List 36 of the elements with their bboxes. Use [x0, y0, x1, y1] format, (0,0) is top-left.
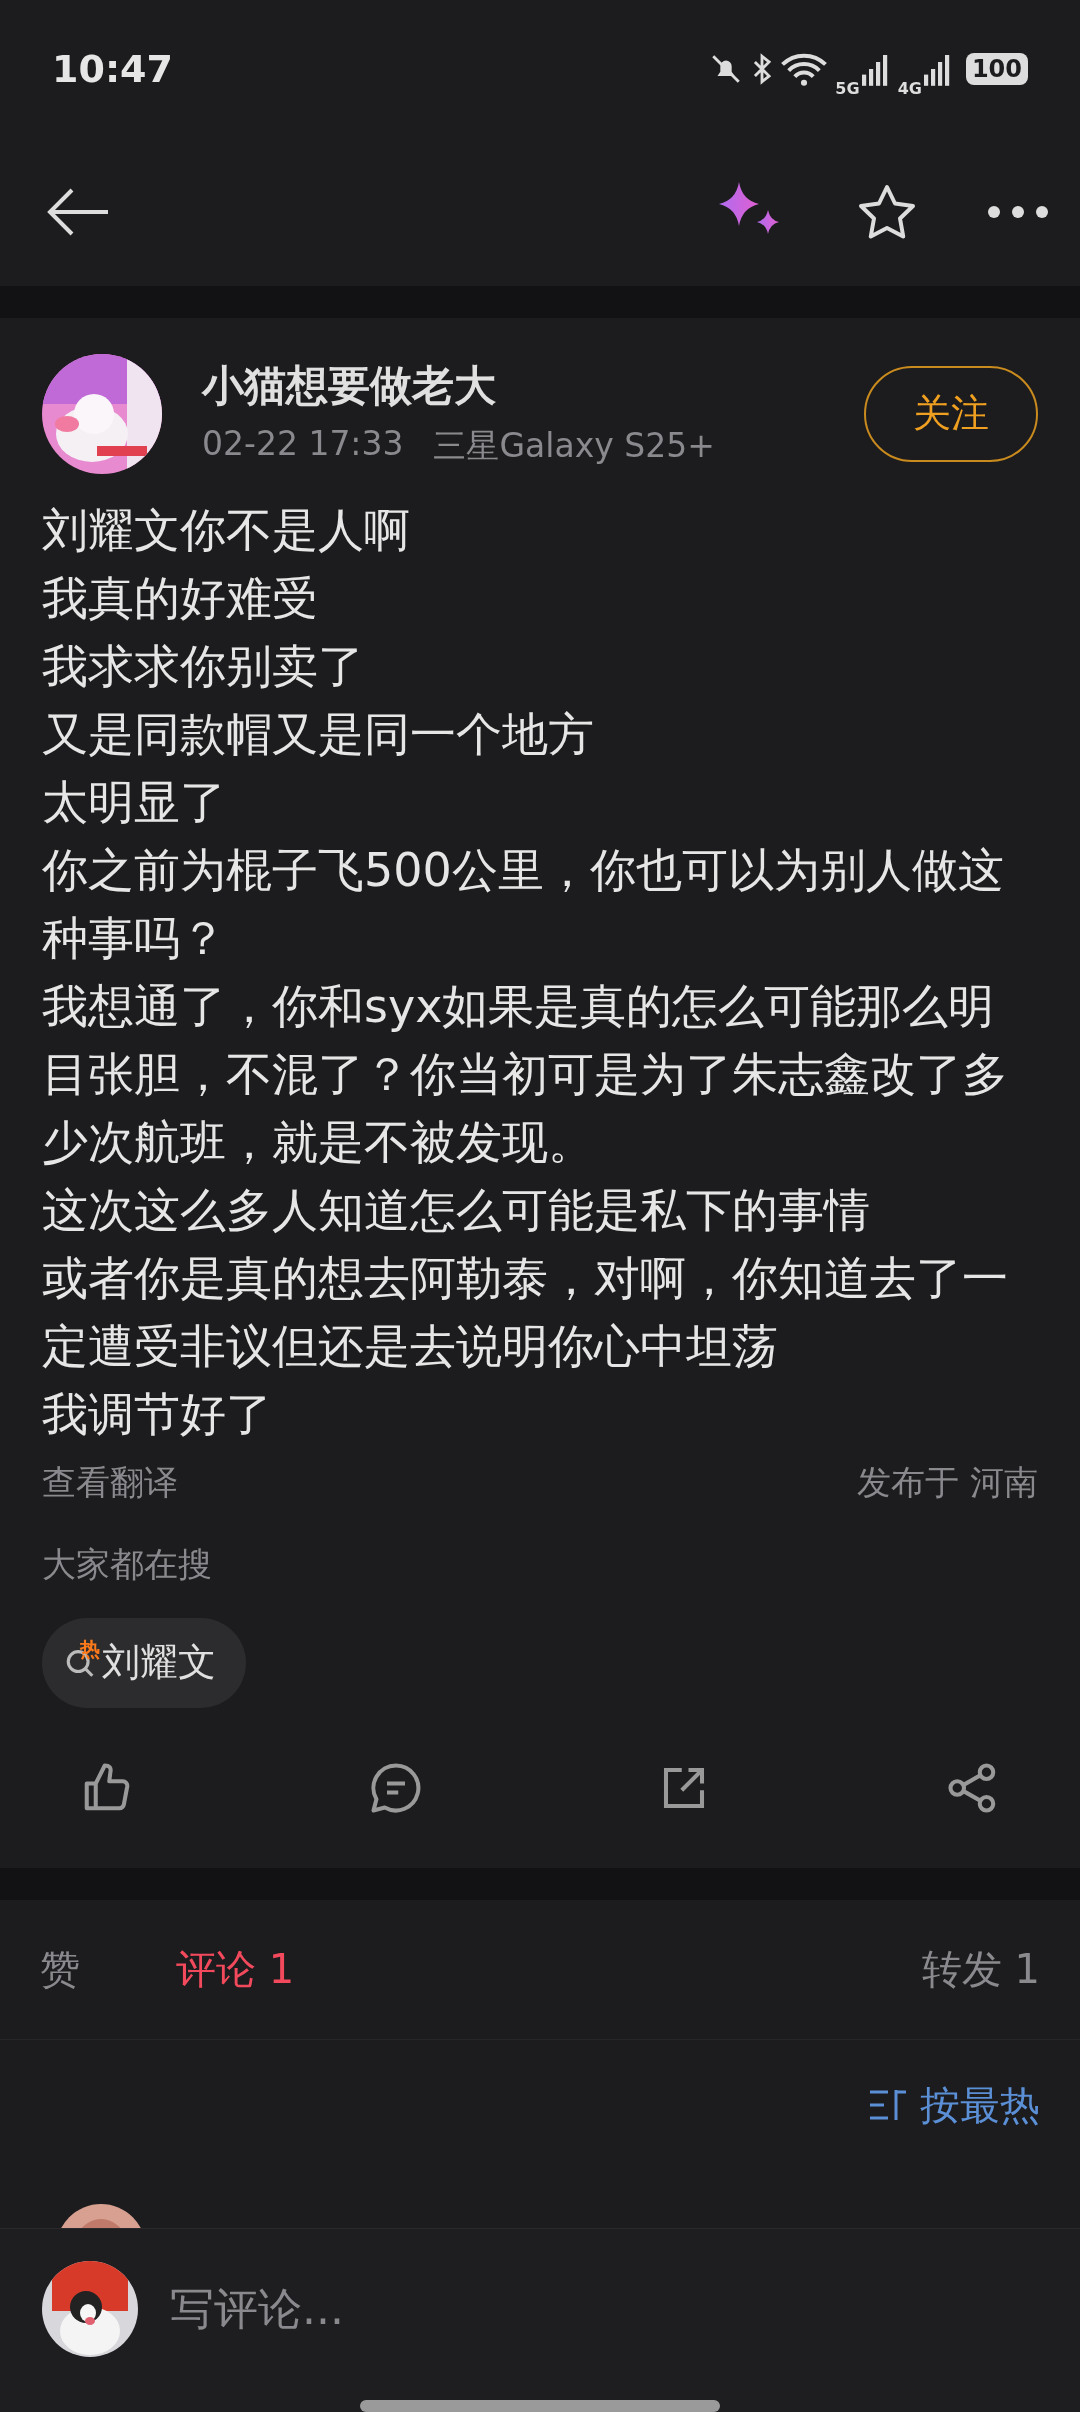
- network-label: 5G: [835, 79, 860, 98]
- comment-input[interactable]: 写评论...: [168, 2282, 1038, 2336]
- post-text: 太明显了: [42, 773, 227, 831]
- tab[interactable]: 赞: [40, 1941, 80, 1997]
- post-text: 或者你是真的想去阿勒泰，对啊，你知道去了一定遭受非议但还是去说明你心中坦荡: [42, 1249, 1009, 1375]
- post-text: 我想通了，你和syx如果是真的怎么可能那么明目张胆，不混了？你当初可是为了朱志鑫改了多少次航班，就是不被发现。: [42, 977, 1009, 1171]
- post-text: 刘耀文你不是人啊: [42, 501, 411, 559]
- battery-indicator: 100: [965, 53, 1028, 86]
- bluetooth-icon: [751, 52, 774, 87]
- sort-button[interactable]: 按最热: [868, 2077, 1040, 2133]
- trending-label: 大家都在搜: [42, 1542, 213, 1586]
- post-time: 02-22 17:33: [202, 424, 404, 466]
- post-text: 又是同款帽又是同一个地方: [42, 705, 595, 763]
- status-time: 10:47: [52, 47, 173, 92]
- follow-button[interactable]: 关注: [864, 365, 1038, 462]
- post-device: 三星Galaxy S25+: [433, 425, 715, 468]
- hot-label: 热: [80, 1635, 100, 1663]
- tab[interactable]: 转发 1: [921, 1941, 1040, 1997]
- sort-icon: [868, 2088, 908, 2123]
- tab[interactable]: 评论 1: [176, 1941, 295, 1997]
- post-text: 我求求你别卖了: [42, 637, 365, 695]
- post-text: 我真的好难受: [42, 569, 319, 627]
- post-location: 发布于 河南: [857, 1460, 1038, 1504]
- star-icon[interactable]: [857, 183, 917, 242]
- author-name[interactable]: 小猫想要做老大: [202, 358, 864, 415]
- signal-icon: [923, 52, 952, 87]
- network-label: 4G: [897, 79, 922, 98]
- post-text: 我调节好了: [42, 1385, 273, 1443]
- more-icon[interactable]: [987, 205, 1049, 220]
- tag-text: 刘耀文: [102, 1639, 216, 1687]
- back-arrow-icon[interactable]: [46, 187, 110, 238]
- signal-icon: [861, 52, 890, 87]
- post-text: 你之前为棍子飞500公里，你也可以为别人做这种事吗？: [42, 841, 1005, 967]
- wifi-icon: [781, 52, 828, 87]
- translate-link[interactable]: 查看翻译: [42, 1459, 178, 1506]
- post-text: 这次这么多人知道怎么可能是私下的事情: [42, 1181, 871, 1239]
